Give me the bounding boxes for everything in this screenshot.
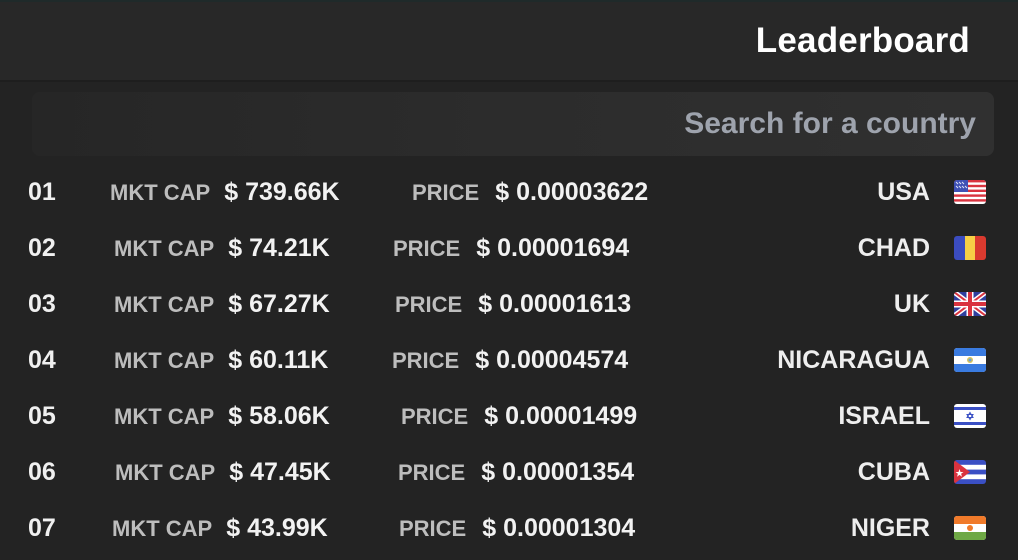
country-name: ISRAEL [838, 401, 930, 430]
mkt-cap-label: MKT CAP [114, 347, 215, 373]
mkt-cap-label: MKT CAP [114, 403, 215, 429]
price-value: $ 0.00004574 [475, 345, 629, 374]
mkt-cap-value: $ 74.21K [228, 233, 330, 262]
mkt-cap-value: $ 58.06K [228, 401, 330, 430]
mkt-cap-label: MKT CAP [114, 291, 215, 317]
country-name: CHAD [857, 233, 930, 262]
header: Leaderboard [0, 2, 1018, 82]
israel-flag-icon [954, 404, 986, 428]
price-value: $ 0.00001354 [481, 457, 635, 486]
country-name: CUBA [857, 457, 930, 486]
price-label: PRICE [401, 403, 469, 429]
leaderboard-row[interactable]: 03 MKT CAP $ 67.27K PRICE $ 0.00001613 U… [0, 276, 1018, 332]
leaderboard-row[interactable]: 02 MKT CAP $ 74.21K PRICE $ 0.00001694 C… [0, 220, 1018, 276]
price-value: $ 0.00001613 [478, 289, 632, 318]
country-name: USA [877, 177, 930, 206]
price-label: PRICE [392, 347, 460, 373]
mkt-cap-label: MKT CAP [114, 235, 215, 261]
chad-flag-icon [954, 236, 986, 260]
rank: 06 [28, 457, 56, 486]
mkt-cap-label: MKT CAP [115, 459, 216, 485]
price-value: $ 0.00001694 [476, 233, 630, 262]
leaderboard-list: 01 MKT CAP $ 739.66K PRICE $ 0.00003622 … [0, 164, 1018, 556]
leaderboard-row[interactable]: 06 MKT CAP $ 47.45K PRICE $ 0.00001354 C… [0, 444, 1018, 500]
usa-flag-icon [954, 180, 986, 204]
niger-flag-icon [954, 516, 986, 540]
leaderboard-row[interactable]: 05 MKT CAP $ 58.06K PRICE $ 0.00001499 I… [0, 388, 1018, 444]
price-value: $ 0.00001499 [484, 401, 638, 430]
mkt-cap-value: $ 67.27K [228, 289, 330, 318]
price-value: $ 0.00003622 [495, 177, 649, 206]
mkt-cap-value: $ 47.45K [229, 457, 331, 486]
price-label: PRICE [412, 179, 480, 205]
mkt-cap-label: MKT CAP [110, 179, 211, 205]
mkt-cap-label: MKT CAP [112, 515, 213, 541]
rank: 01 [28, 177, 56, 206]
leaderboard-row[interactable]: 01 MKT CAP $ 739.66K PRICE $ 0.00003622 … [0, 164, 1018, 220]
country-name: NIGER [850, 513, 930, 542]
country-name: UK [893, 289, 930, 318]
uk-flag-icon [954, 292, 986, 316]
leaderboard-row[interactable]: 04 MKT CAP $ 60.11K PRICE $ 0.00004574 N… [0, 332, 1018, 388]
mkt-cap-value: $ 739.66K [224, 177, 340, 206]
country-name: NICARAGUA [777, 345, 930, 374]
rank: 05 [28, 401, 56, 430]
price-label: PRICE [398, 459, 466, 485]
search-input[interactable] [32, 106, 978, 142]
mkt-cap-value: $ 43.99K [226, 513, 328, 542]
search-box[interactable] [32, 92, 994, 156]
rank: 07 [28, 513, 56, 542]
nicaragua-flag-icon [954, 348, 986, 372]
price-label: PRICE [399, 515, 467, 541]
search-container [0, 82, 1018, 156]
price-value: $ 0.00001304 [482, 513, 636, 542]
price-label: PRICE [393, 235, 461, 261]
rank: 04 [28, 345, 56, 374]
leaderboard-row[interactable]: 07 MKT CAP $ 43.99K PRICE $ 0.00001304 N… [0, 500, 1018, 556]
rank: 02 [28, 233, 56, 262]
cuba-flag-icon [954, 460, 986, 484]
mkt-cap-value: $ 60.11K [228, 345, 329, 374]
price-label: PRICE [395, 291, 463, 317]
page-title: Leaderboard [755, 21, 970, 60]
rank: 03 [28, 289, 56, 318]
